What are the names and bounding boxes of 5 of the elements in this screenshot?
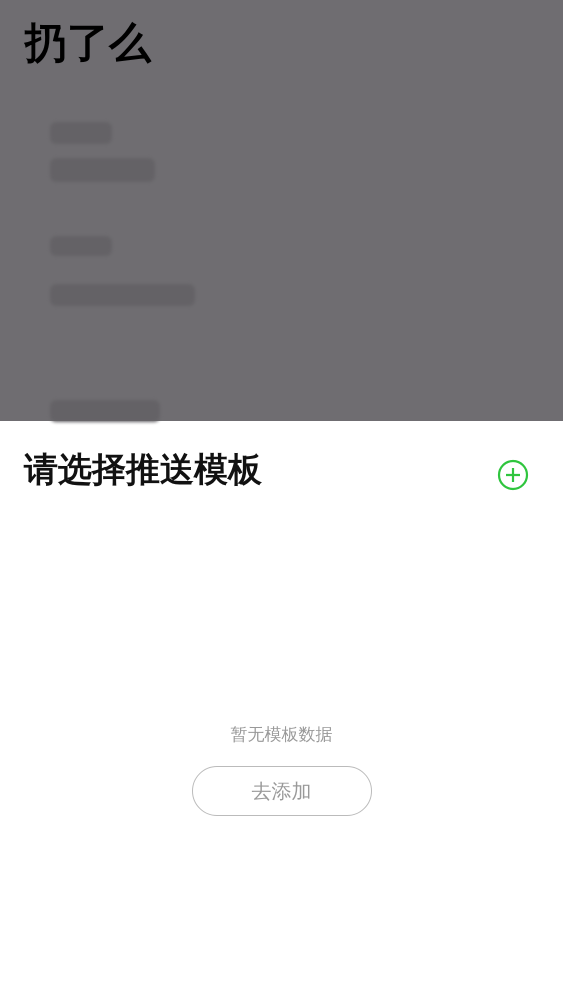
add-icon[interactable]: [497, 459, 529, 491]
app-title: 扔了么: [23, 17, 152, 68]
add-button[interactable]: 去添加: [192, 766, 372, 816]
empty-message: 暂无模板数据: [230, 724, 332, 746]
sheet-title: 请选择推送模板: [24, 449, 262, 492]
